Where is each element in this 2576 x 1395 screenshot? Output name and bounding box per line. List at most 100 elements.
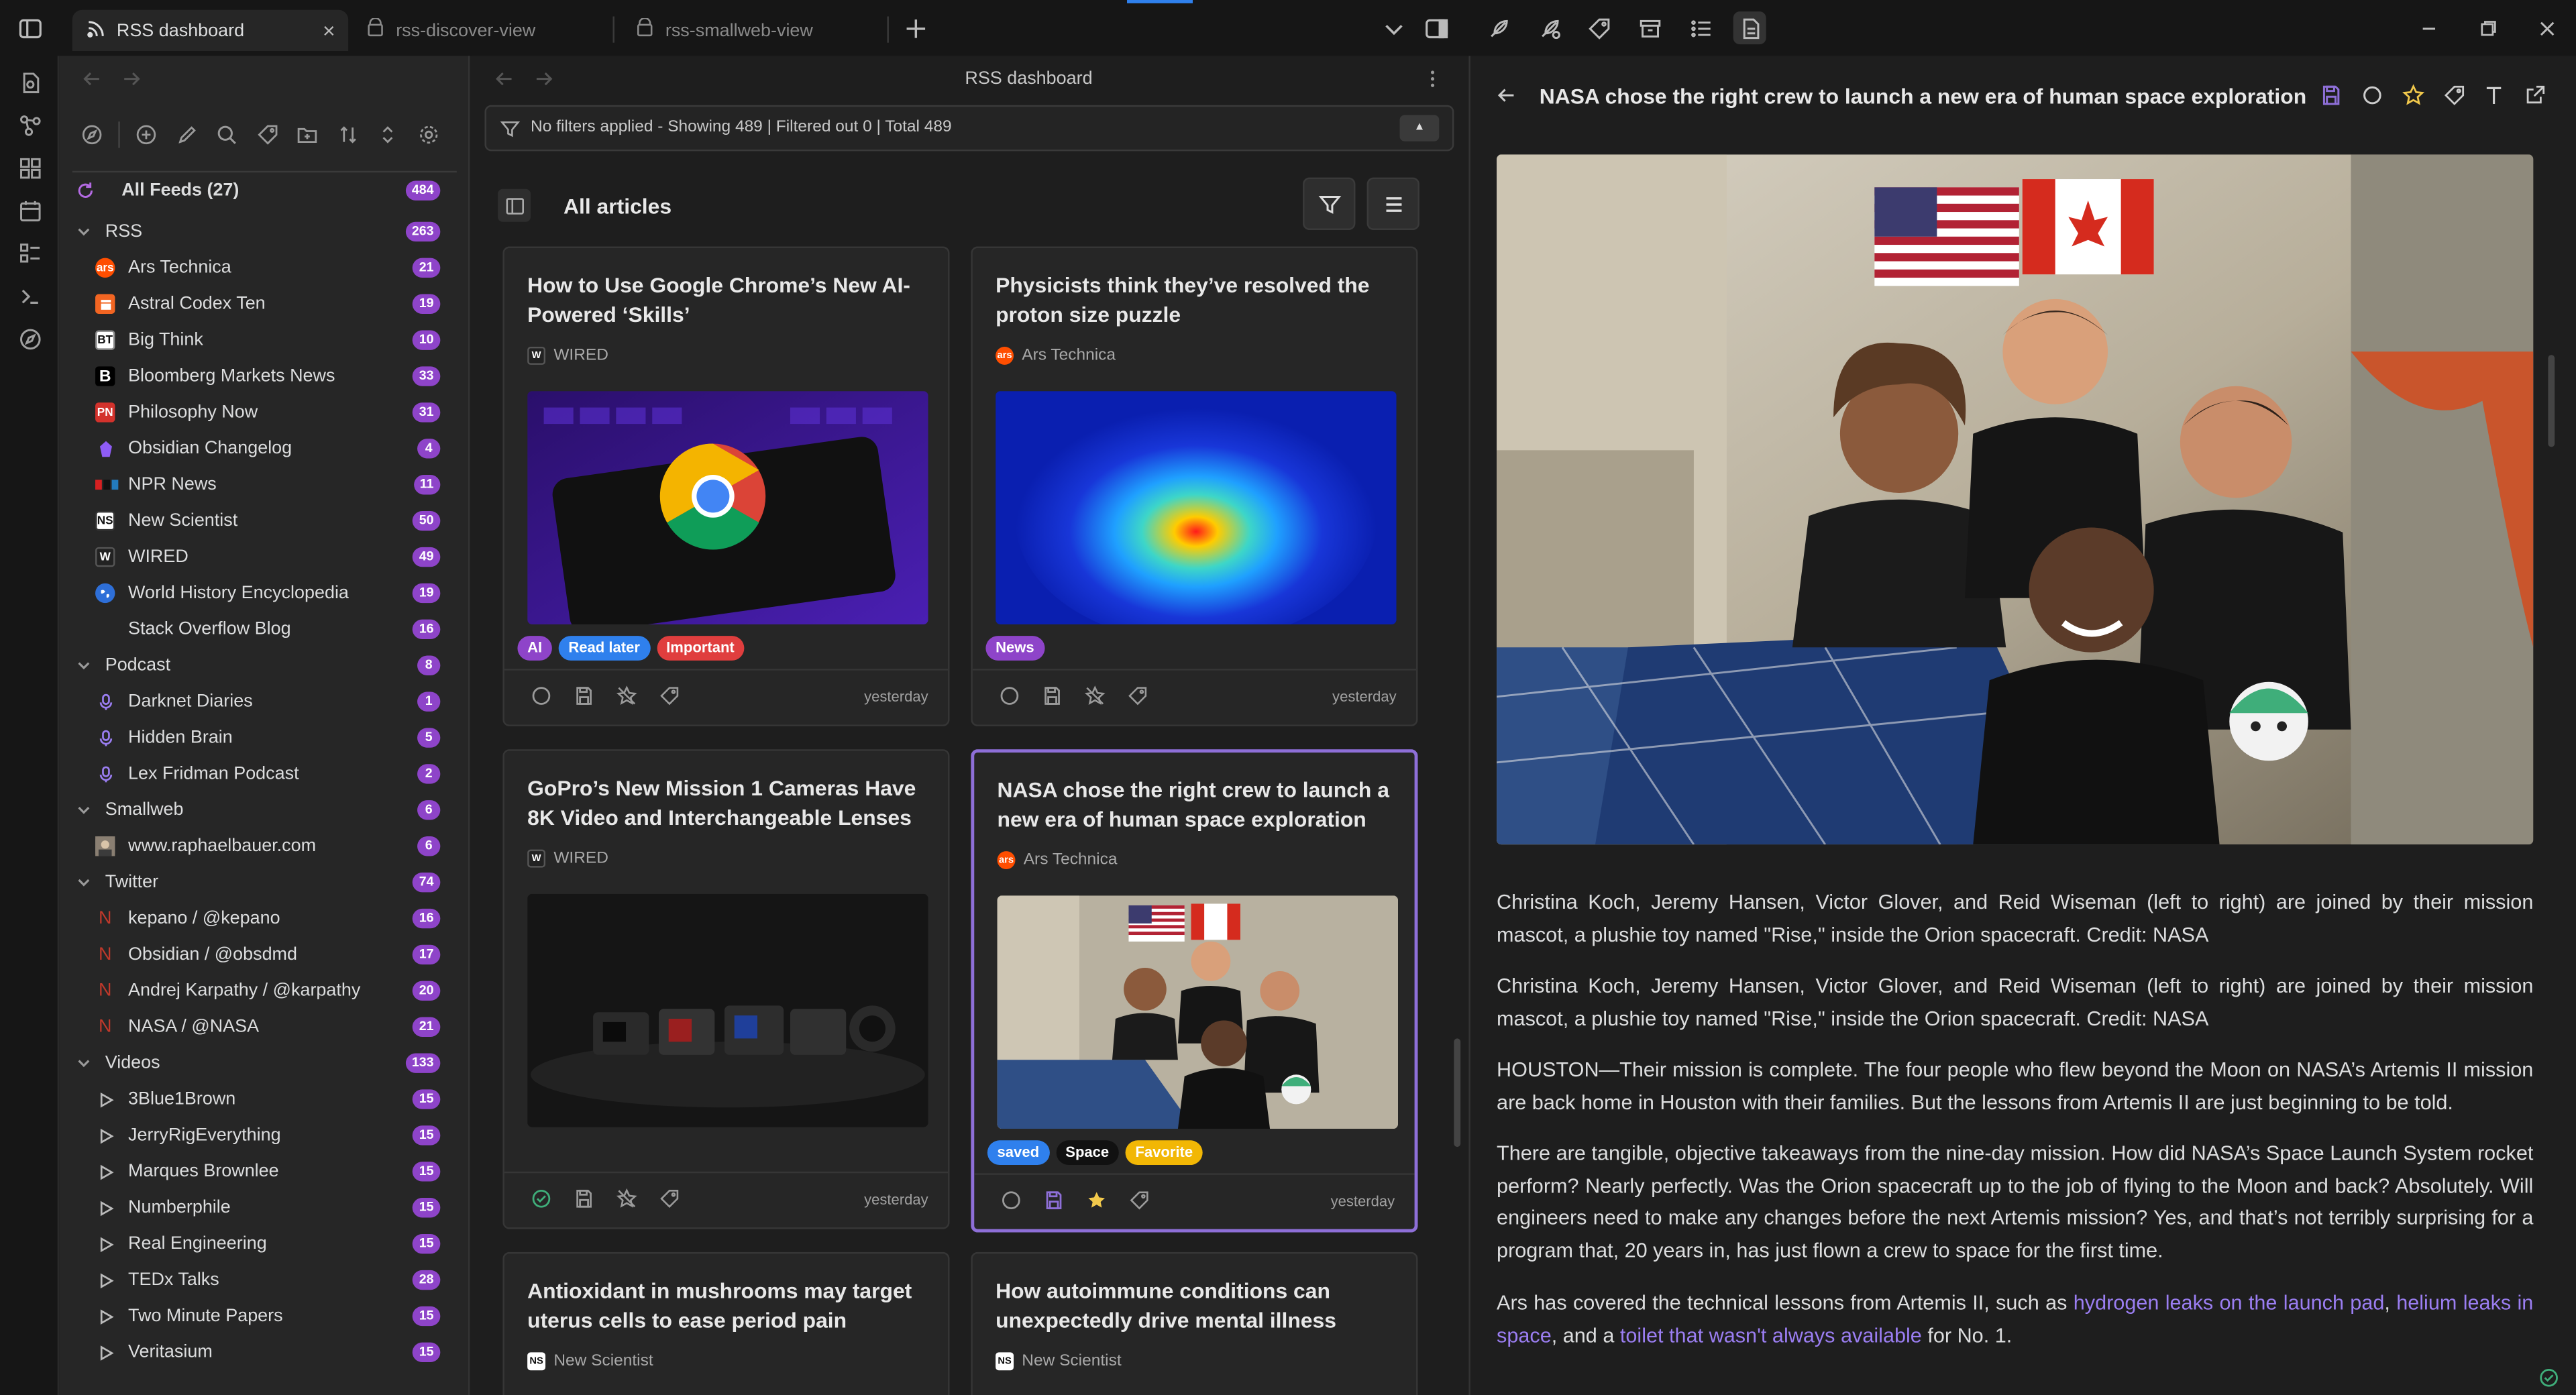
- feed-item[interactable]: Astral Codex Ten 19: [59, 286, 470, 322]
- text-format-icon[interactable]: [2477, 79, 2510, 112]
- close-tab-icon[interactable]: ×: [323, 18, 335, 43]
- grid-icon[interactable]: [13, 151, 46, 184]
- feed-item[interactable]: Real Engineering 15: [59, 1226, 470, 1262]
- more-options-icon[interactable]: [1416, 62, 1449, 95]
- unread-circle-icon[interactable]: [1000, 1190, 1023, 1213]
- tab-list-chevron-icon[interactable]: [1377, 11, 1409, 44]
- feed-item[interactable]: W WIRED 49: [59, 539, 470, 575]
- feed-item[interactable]: N Andrej Karpathy / @karpathy 20: [59, 972, 470, 1009]
- discover-compass-icon[interactable]: [76, 118, 109, 151]
- calendar-icon[interactable]: [13, 194, 46, 227]
- all-feeds-item[interactable]: All Feeds (27) 484: [59, 172, 470, 209]
- feed-item[interactable]: B Bloomberg Markets News 33: [59, 358, 470, 394]
- feed-item[interactable]: Two Minute Papers 15: [59, 1298, 470, 1335]
- article-card[interactable]: Antioxidant in mushrooms may target uter…: [502, 1251, 950, 1395]
- terminal-icon[interactable]: [13, 280, 46, 313]
- article-card[interactable]: How autoimmune conditions can unexpected…: [971, 1251, 1418, 1395]
- tag-badge[interactable]: saved: [987, 1140, 1049, 1166]
- star-icon[interactable]: [2397, 79, 2430, 112]
- filter-collapse-button[interactable]: ▲: [1399, 115, 1440, 142]
- add-feed-icon[interactable]: [129, 118, 162, 151]
- folder-podcast[interactable]: Podcast 8: [59, 647, 470, 683]
- feed-item[interactable]: Nkepano / @kepano 16: [59, 901, 470, 937]
- tag-icon[interactable]: [659, 685, 682, 708]
- forward-arrow-icon[interactable]: [115, 62, 148, 95]
- unread-circle-icon[interactable]: [999, 685, 1022, 708]
- kanban-icon[interactable]: [13, 237, 46, 270]
- feed-item[interactable]: BT Big Think 10: [59, 322, 470, 358]
- hydrogen-leaks-link[interactable]: hydrogen leaks on the launch pad: [2074, 1292, 2385, 1315]
- tag-badge[interactable]: News: [985, 636, 1044, 661]
- tag-badge[interactable]: AI: [517, 636, 552, 661]
- tag-icon[interactable]: [1582, 11, 1615, 44]
- back-arrow-icon[interactable]: [1490, 79, 1523, 112]
- feed-item[interactable]: PN Philosophy Now 31: [59, 394, 470, 431]
- tags-icon[interactable]: [252, 118, 284, 151]
- save-icon[interactable]: [574, 685, 596, 708]
- star-off-icon[interactable]: [616, 685, 639, 708]
- restore-icon[interactable]: [2471, 11, 2504, 44]
- graph-icon[interactable]: [13, 109, 46, 142]
- right-sidebar-toggle-icon[interactable]: [1419, 11, 1452, 44]
- filter-bar[interactable]: No filters applied - Showing 489 | Filte…: [484, 105, 1454, 152]
- folder-rss[interactable]: RSS 263: [59, 214, 470, 250]
- close-window-icon[interactable]: [2530, 11, 2563, 44]
- save-article-icon[interactable]: [2315, 79, 2348, 112]
- folder-videos[interactable]: Videos 133: [59, 1045, 470, 1081]
- reader-scrollbar-thumb[interactable]: [2548, 355, 2555, 447]
- sidebar-toggle-icon[interactable]: [13, 11, 46, 44]
- mark-read-circle-icon[interactable]: [2356, 79, 2389, 112]
- feather-edit-icon[interactable]: [1533, 11, 1566, 44]
- feed-item[interactable]: Numberphile 15: [59, 1190, 470, 1226]
- search-icon[interactable]: [210, 118, 243, 151]
- tag-icon[interactable]: [2438, 79, 2471, 112]
- feed-item[interactable]: 3Blue1Brown 15: [59, 1081, 470, 1117]
- tag-icon[interactable]: [1127, 685, 1150, 708]
- star-filled-icon[interactable]: [1086, 1190, 1109, 1213]
- save-icon[interactable]: [1043, 1190, 1066, 1213]
- menu-button[interactable]: [1366, 177, 1419, 230]
- article-card[interactable]: NASA chose the right crew to launch a ne…: [971, 749, 1418, 1233]
- feed-item[interactable]: NPR News 11: [59, 467, 470, 503]
- document-icon[interactable]: [1733, 11, 1766, 45]
- archive-icon[interactable]: [1633, 11, 1666, 44]
- feed-item[interactable]: Darknet Diaries 1: [59, 683, 470, 720]
- feed-item[interactable]: ars Ars Technica 21: [59, 249, 470, 286]
- tag-icon[interactable]: [659, 1188, 682, 1211]
- list-icon[interactable]: [1684, 11, 1717, 44]
- feed-item[interactable]: N Obsidian / @obsdmd 17: [59, 937, 470, 973]
- settings-gear-icon[interactable]: [413, 118, 445, 151]
- feed-item[interactable]: JerryRigEverything 15: [59, 1117, 470, 1154]
- compass-icon[interactable]: [13, 322, 46, 355]
- feed-item[interactable]: N NASA / @NASA 21: [59, 1009, 470, 1045]
- article-card[interactable]: Physicists think they’ve resolved the pr…: [971, 246, 1418, 726]
- tag-badge[interactable]: Favorite: [1125, 1140, 1203, 1166]
- collapse-expand-icon[interactable]: [371, 118, 404, 151]
- tag-badge[interactable]: Read later: [558, 636, 650, 661]
- article-card[interactable]: GoPro’s New Mission 1 Cameras Have 8K Vi…: [502, 749, 950, 1229]
- folder-twitter[interactable]: Twitter 74: [59, 864, 470, 901]
- feed-item[interactable]: Obsidian Changelog 4: [59, 431, 470, 467]
- file-search-icon[interactable]: [13, 66, 46, 99]
- feed-item[interactable]: Marques Brownlee 15: [59, 1154, 470, 1190]
- toggle-panel-icon[interactable]: [498, 188, 531, 222]
- feed-item[interactable]: Veritasium 15: [59, 1334, 470, 1370]
- save-icon[interactable]: [574, 1188, 596, 1211]
- feed-item[interactable]: TEDx Talks 28: [59, 1262, 470, 1298]
- article-card[interactable]: How to Use Google Chrome’s New AI-Powere…: [502, 246, 950, 726]
- tag-icon[interactable]: [1128, 1190, 1151, 1213]
- folder-icon[interactable]: [290, 118, 323, 151]
- read-check-icon[interactable]: [531, 1188, 553, 1211]
- minimize-icon[interactable]: [2412, 11, 2445, 44]
- tab-rss-discover-view[interactable]: rss-discover-view: [352, 10, 618, 51]
- feed-item[interactable]: Hidden Brain 5: [59, 720, 470, 756]
- feed-item[interactable]: Stack Overflow Blog 16: [59, 611, 470, 647]
- filter-button[interactable]: [1303, 177, 1356, 230]
- feed-item[interactable]: Lex Fridman Podcast 2: [59, 756, 470, 792]
- folder-smallweb[interactable]: Smallweb 6: [59, 792, 470, 828]
- save-icon[interactable]: [1042, 685, 1065, 708]
- feed-item[interactable]: www.raphaelbauer.com 6: [59, 828, 470, 864]
- sort-icon[interactable]: [332, 118, 365, 151]
- toilet-link[interactable]: toilet that wasn't always available: [1620, 1323, 1922, 1346]
- open-external-icon[interactable]: [2518, 79, 2551, 112]
